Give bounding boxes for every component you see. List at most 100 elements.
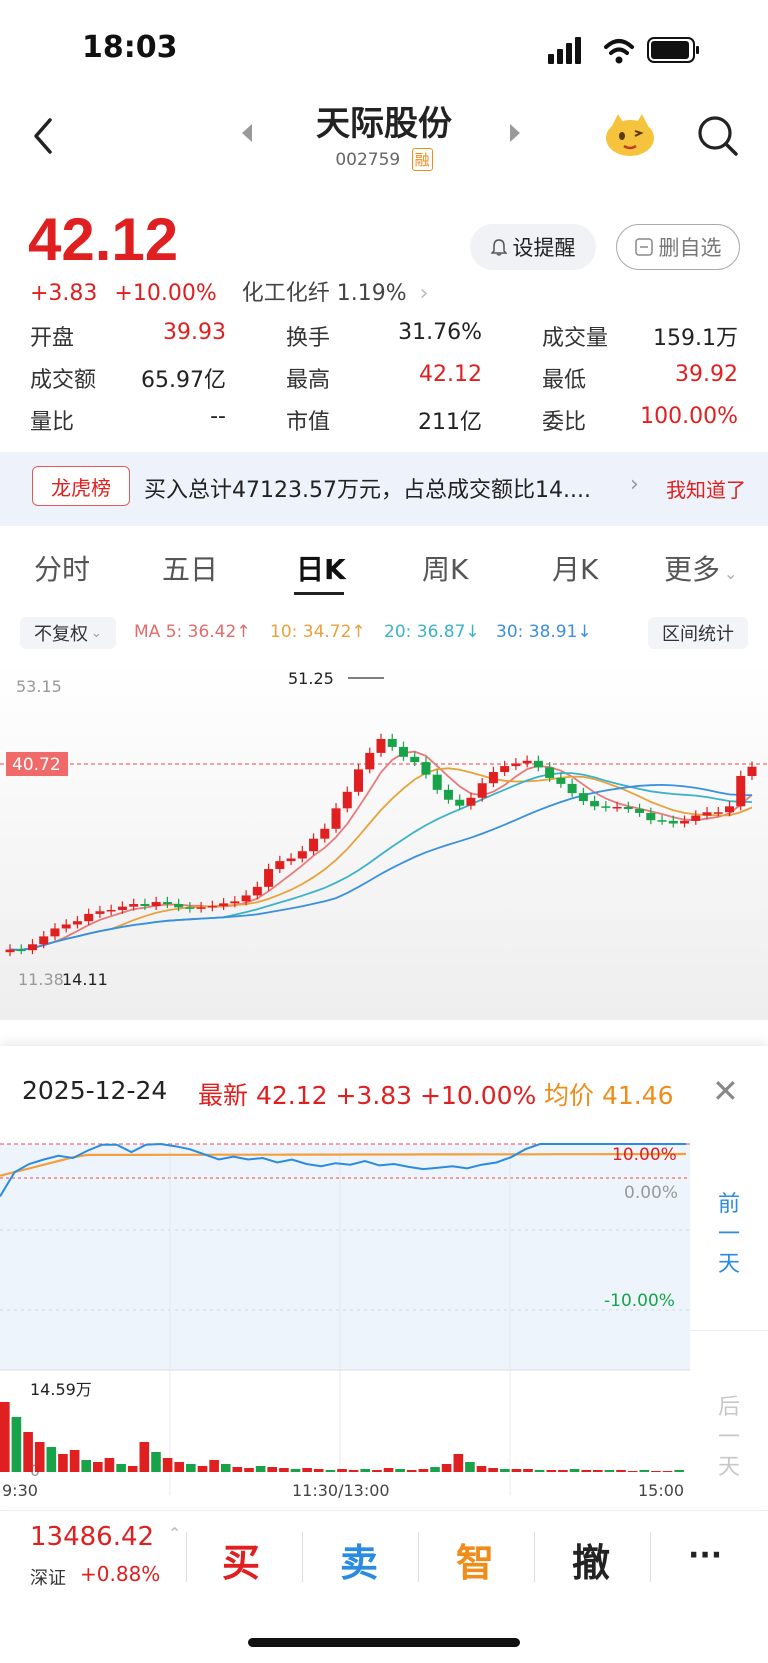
stat-value: 39.92 xyxy=(675,362,738,387)
chevron-right-icon: › xyxy=(419,281,429,306)
candle-body xyxy=(387,739,397,747)
volume-bar xyxy=(162,1458,173,1472)
stat-value: -- xyxy=(210,404,226,429)
got-it-button[interactable]: 我知道了 xyxy=(666,474,746,503)
tab-intraday[interactable]: 分时 xyxy=(34,548,90,588)
current-price: 42.12 xyxy=(28,206,179,273)
candle-body xyxy=(500,766,510,773)
more-button[interactable]: ··· xyxy=(688,1538,722,1573)
next-day-char: 天 xyxy=(717,1455,740,1480)
volume-bar xyxy=(476,1466,487,1472)
candle-body xyxy=(196,907,206,909)
candle-body xyxy=(398,746,408,757)
next-day-button[interactable]: 后 一 天 xyxy=(690,1330,768,1500)
candle-body xyxy=(567,783,577,794)
dragon-tiger-tag: 龙虎榜 xyxy=(32,466,130,506)
candle-body xyxy=(207,906,217,908)
stat-label: 最高 xyxy=(286,368,331,393)
close-icon[interactable]: ✕ xyxy=(712,1072,739,1110)
sell-button[interactable]: 卖 xyxy=(340,1532,378,1587)
candle-body xyxy=(556,777,566,784)
volume-bar xyxy=(372,1470,382,1472)
minus-box-icon xyxy=(634,238,653,256)
smart-button[interactable]: 智 xyxy=(456,1532,494,1587)
stat-value: 39.93 xyxy=(163,320,226,345)
adjust-label: 不复权 xyxy=(34,624,89,645)
volume-bar xyxy=(674,1470,685,1472)
volume-bar xyxy=(348,1470,359,1472)
next-stock-icon[interactable] xyxy=(508,122,522,144)
tab-monthly-k[interactable]: 月K xyxy=(552,548,598,588)
prev-day-button[interactable]: 前 一 天 xyxy=(690,1110,768,1330)
stock-code: 002759 xyxy=(335,150,401,170)
stat-value: 100.00% xyxy=(640,404,738,429)
candle-body xyxy=(95,911,105,914)
margin-badge: 融 xyxy=(411,148,433,171)
remove-favorite-label: 删自选 xyxy=(658,236,722,260)
adjust-select[interactable]: 不复权 ⌄ xyxy=(20,617,116,649)
set-alert-label: 设提醒 xyxy=(512,236,576,260)
intraday-chart[interactable]: 10.00% 0.00% -10.00% 14.59万 0 9:30 11:30… xyxy=(0,1120,690,1500)
candle-body xyxy=(410,756,420,763)
cancel-order-button[interactable]: 撤 xyxy=(572,1532,610,1587)
candle-body xyxy=(623,807,633,809)
dragon-tiger-text: 买入总计47123.57万元，占总成交额比14.... xyxy=(144,478,591,503)
change-row: +3.83 +10.00% 化工化纤 1.19% › xyxy=(30,275,428,307)
volume-bar xyxy=(220,1464,231,1472)
candle-body xyxy=(297,851,307,859)
candle-body xyxy=(657,820,667,822)
ma5-value: MA 5: 36.42↑ xyxy=(134,622,251,642)
candle-body xyxy=(331,808,341,829)
candle-body xyxy=(477,783,487,798)
candle-body xyxy=(736,775,746,807)
tab-five-day[interactable]: 五日 xyxy=(162,548,218,588)
kline-chart[interactable]: 53.15 40.72 51.25 11.38 14.11 xyxy=(0,660,768,1020)
volume-bar xyxy=(511,1469,522,1472)
volume-bar xyxy=(441,1464,452,1472)
volume-bar xyxy=(639,1470,650,1472)
volume-bar xyxy=(325,1470,336,1472)
candle-body xyxy=(106,909,116,912)
index-value[interactable]: 13486.42 xyxy=(30,1522,154,1552)
candle-body xyxy=(264,869,274,887)
candle-body xyxy=(522,760,532,764)
candle-body xyxy=(162,902,172,905)
candle-body xyxy=(466,797,476,806)
volume-bar xyxy=(23,1432,33,1472)
candle-body xyxy=(140,904,150,906)
candle-body xyxy=(50,928,60,937)
volume-bar xyxy=(500,1469,510,1472)
volume-bar xyxy=(104,1458,115,1472)
candle-body xyxy=(511,763,521,767)
remove-favorite-button[interactable]: 删自选 xyxy=(616,224,740,270)
candle-body xyxy=(354,769,364,792)
mascot-icon[interactable] xyxy=(604,110,656,158)
chevron-right-icon: › xyxy=(630,472,639,497)
low-left-label: 11.38 xyxy=(18,970,64,989)
sector-link[interactable]: 化工化纤 1.19% xyxy=(242,281,407,306)
candle-body xyxy=(174,904,184,908)
stat-value: 159.1万 xyxy=(653,326,738,351)
buy-button[interactable]: 买 xyxy=(222,1532,260,1587)
candle-body xyxy=(84,913,94,922)
tab-weekly-k[interactable]: 周K xyxy=(422,548,468,588)
stat-label: 最低 xyxy=(542,368,587,393)
pct-bot-label: -10.00% xyxy=(604,1291,675,1311)
search-icon[interactable] xyxy=(696,114,740,158)
tab-daily-k[interactable]: 日K xyxy=(296,548,346,588)
time-end-label: 15:00 xyxy=(638,1481,684,1500)
range-stats-button[interactable]: 区间统计 xyxy=(648,617,748,649)
candle-body xyxy=(185,907,195,909)
battery-icon xyxy=(647,37,699,63)
intraday-date: 2025-12-24 xyxy=(22,1076,168,1105)
candle-body xyxy=(590,801,600,807)
volume-bar xyxy=(313,1469,324,1472)
divider xyxy=(186,1532,187,1582)
tab-more[interactable]: 更多 ⌄ xyxy=(664,548,737,588)
tab-more-label: 更多 xyxy=(664,553,721,586)
volume-bar xyxy=(69,1450,80,1472)
current-price-tag-text: 40.72 xyxy=(12,755,61,775)
bell-icon xyxy=(490,239,507,256)
set-alert-button[interactable]: 设提醒 xyxy=(470,224,596,270)
divider xyxy=(650,1532,651,1582)
